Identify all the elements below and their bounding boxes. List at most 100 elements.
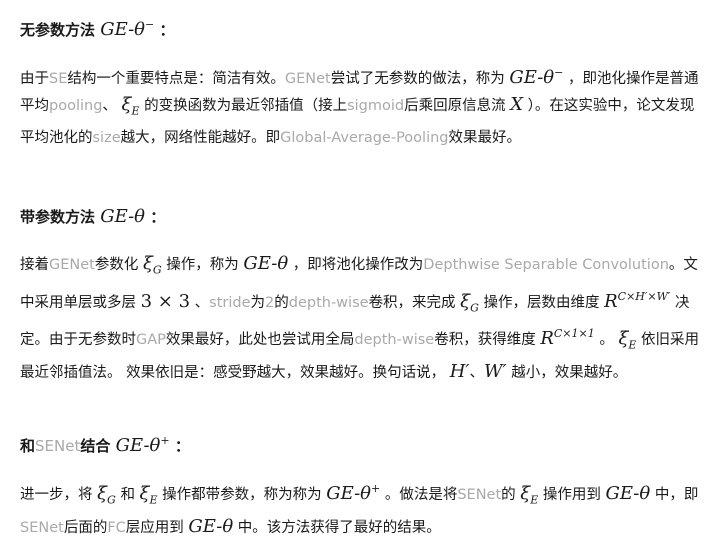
text-run: ξ — [97, 483, 108, 504]
text-run: SENet — [20, 519, 64, 536]
text-run: Global-Average-Pooling — [280, 129, 449, 146]
text-run: 操作，层数由维度 — [483, 294, 600, 311]
text-run: 2 — [265, 294, 275, 311]
text-run: GAP — [136, 332, 166, 349]
text-run: SE — [49, 71, 68, 87]
text-run: 操作用到 — [542, 487, 601, 503]
text-run: 结构一个重要特点是：简洁有效。 — [67, 71, 285, 87]
heading-math: GE-θ — [100, 206, 146, 227]
math-xi-e: ξE — [618, 328, 637, 352]
text-run: ξ — [520, 483, 531, 504]
heading-text: 带参数方法 — [20, 208, 96, 226]
heading-colon: ： — [150, 208, 166, 226]
text-run: ，即将池化操作改为 — [292, 257, 424, 273]
math-xi-g-2: ξG — [460, 290, 479, 315]
math-xi-e-2: ξE — [520, 483, 539, 507]
heading-math: GE-θ+ — [115, 434, 170, 456]
text-run: 和 — [120, 487, 135, 503]
text-run: G — [107, 493, 116, 507]
text-run: ξ — [618, 328, 629, 350]
text-run: 层应用到 — [125, 519, 184, 536]
paragraph-senet-combo: 进一步，将 ξG 和 ξE 操作都带参数，称为称为 GE-θ+ 。做法是将SEN… — [20, 476, 703, 541]
text-run: G — [152, 263, 162, 277]
heading-text: 无参数方法 — [20, 21, 96, 39]
text-run: 进一步，将 — [20, 487, 93, 503]
paragraph-parameterized: 接着GENet参数化 ξG 操作，称为 GE-θ ，即将池化操作改为Depthw… — [20, 251, 703, 386]
text-run: 中。该方法获得了最好的结果。 — [237, 519, 441, 536]
paragraph-parameter-free: 由于SE结构一个重要特点是：简洁有效。GENet尝试了无参数的做法，称为 GE-… — [20, 60, 703, 151]
section-heading-parameterized: 带参数方法 GE-θ ： — [20, 204, 703, 230]
text-run: stride — [209, 294, 251, 311]
text-run: pooling — [49, 98, 103, 114]
text-run: 效果最好。 — [448, 129, 522, 146]
text-run: E — [628, 338, 637, 352]
text-run: 操作，称为 — [166, 257, 239, 273]
text-run: 、 — [469, 364, 485, 381]
math-xi-e: ξE — [139, 483, 158, 507]
section-heading-senet-combo: 和SENet结合 GE-θ+ ： — [20, 428, 703, 459]
text-run: 的 — [274, 294, 289, 311]
text-run: GE-θ — [509, 67, 555, 88]
text-run: 、 — [194, 294, 210, 311]
text-run: 操作都带参数，称为称为 — [162, 487, 322, 503]
math-r-chw: RC×H′×W′ — [604, 289, 671, 312]
text-run: GENet — [49, 257, 95, 273]
text-run: 后面的 — [63, 519, 108, 536]
math-h-prime: H′ — [449, 360, 470, 382]
math-xi-e: ξE — [121, 94, 140, 118]
text-run: 卷积，来完成 — [368, 294, 456, 311]
text-run: sigmoid — [347, 98, 405, 114]
text-run: FC — [107, 519, 126, 536]
text-run: C×H′×W′ — [617, 289, 671, 303]
text-run: ξ — [121, 94, 132, 115]
text-run: ξ — [460, 290, 471, 312]
text-run: SENet — [457, 487, 502, 503]
text-run: 、 — [102, 98, 117, 114]
text-run: − — [554, 66, 564, 79]
text-run: 的 — [501, 487, 516, 503]
text-run: GE-θ — [100, 19, 146, 40]
text-run: 越大，网络性能越好。即 — [120, 129, 281, 146]
math-ge-theta: GE-θ — [605, 483, 651, 504]
text-run: − — [145, 18, 155, 31]
math-ge-theta-plus: GE-θ+ — [326, 482, 381, 504]
text-run: 越小，效果越好。 — [511, 364, 628, 381]
text-run: depth-wise — [288, 294, 369, 311]
text-run: 为 — [250, 294, 266, 311]
text-run: GE-θ — [326, 483, 371, 504]
text-run: 卷积，获得维度 — [434, 332, 536, 349]
text-run: size — [92, 129, 121, 146]
text-run: GE-θ — [115, 435, 161, 456]
text-run: + — [371, 482, 381, 495]
math-ge-theta-2: GE-θ — [188, 515, 234, 537]
text-run: ξ — [142, 253, 153, 274]
text-run: 由于 — [20, 71, 49, 87]
text-run: 参数化 — [94, 257, 139, 273]
text-run: depth-wise — [354, 332, 435, 349]
text-run: 尝试了无参数的做法，称为 — [330, 71, 505, 87]
math-x: X — [510, 94, 524, 115]
text-run: E — [530, 493, 539, 507]
text-run: ξ — [139, 483, 150, 504]
text-run: E — [149, 493, 158, 507]
text-run: 的变换函数为最近邻插值（接上 — [144, 98, 348, 114]
section-heading-parameter-free: 无参数方法 GE-θ− ： — [20, 12, 703, 43]
heading-text: 和 — [20, 437, 36, 455]
text-run: R — [540, 328, 554, 350]
text-run: G — [470, 301, 479, 315]
text-run: 后乘回原信息流 — [404, 98, 506, 114]
heading-math: GE-θ− — [100, 18, 155, 40]
math-w-prime: W′ — [484, 360, 507, 382]
heading-senet: SENet — [35, 437, 81, 455]
text-run: E — [131, 104, 140, 118]
text-run: 。做法是将 — [384, 487, 458, 503]
math-r-c11: RC×1×1 — [540, 327, 594, 350]
heading-colon: ： — [174, 437, 190, 455]
heading-colon: ： — [159, 21, 175, 39]
text-run: + — [160, 434, 170, 447]
text-run: 接着 — [20, 257, 49, 273]
text-run: 效果最好，此处也尝试用全局 — [165, 332, 355, 349]
text-run: 。 — [599, 332, 614, 349]
math-xi-g: ξG — [142, 253, 162, 277]
math-xi-g: ξG — [97, 483, 116, 507]
